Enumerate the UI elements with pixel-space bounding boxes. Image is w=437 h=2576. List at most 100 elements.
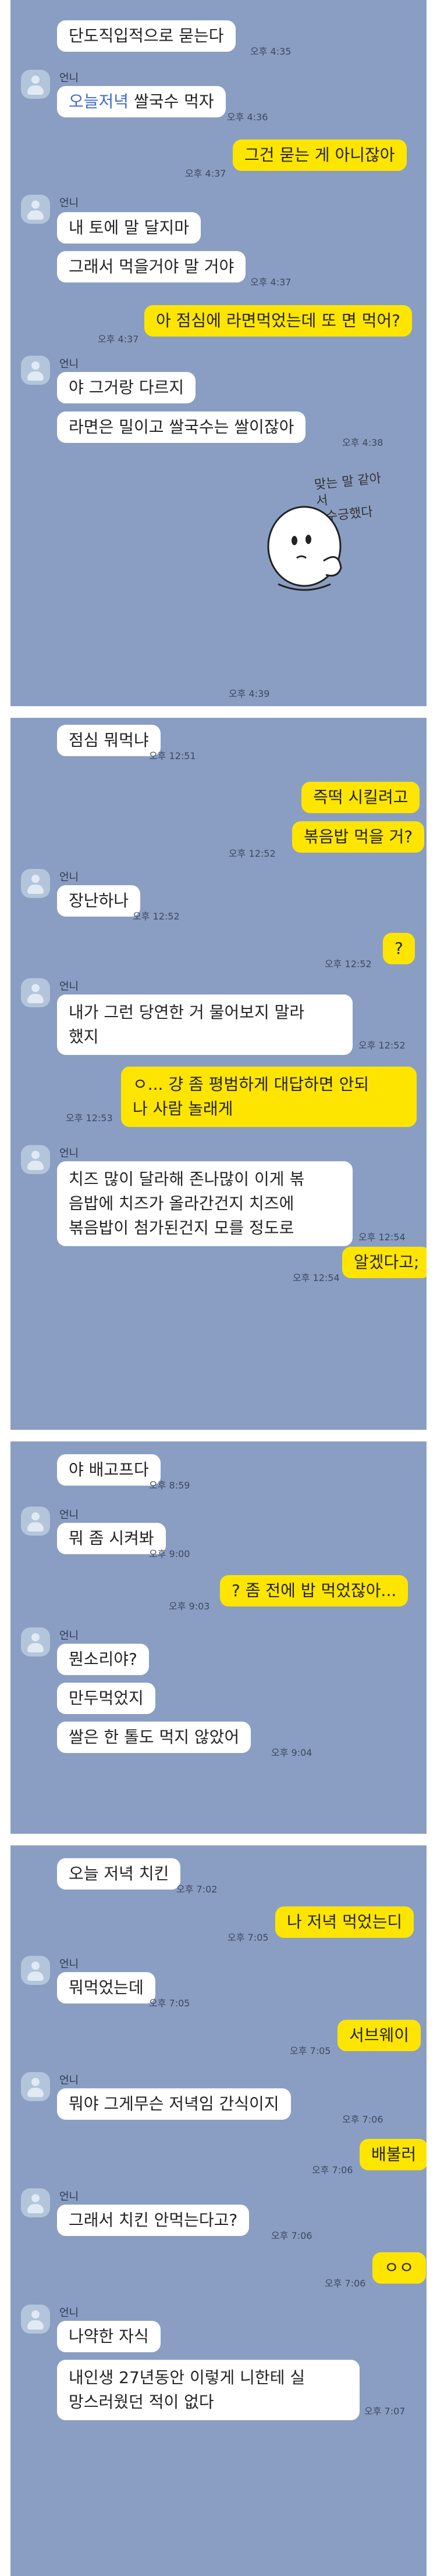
message-line: 치즈 많이 달라해 존나많이 이게 볶 [69,1169,305,1189]
message-line: 했지 [69,1027,99,1046]
message-bubble[interactable]: 오늘저녁 쌀국수 먹자 [57,86,226,117]
timestamp: 오후 4:37 [185,168,226,179]
message-bubble[interactable]: 내인생 27년동안 이렇게 니한테 실 망스러웠던 적이 없다 [57,2360,360,2420]
highlighted-text: 오늘저녁 [69,92,129,111]
message-bubble[interactable]: 단도직입적으로 묻는다 [57,20,236,52]
message-line: 내가 그런 당연한 거 물어보지 말라 [69,1003,305,1022]
sender-name: 언니 [59,2074,79,2087]
message-bubble[interactable]: 뭐야 그게무슨 저녁임 간식이지 [57,2088,291,2120]
avatar[interactable] [21,356,50,385]
timestamp: 오후 8:59 [149,1480,190,1491]
message-bubble[interactable]: 그래서 먹을거야 말 거야 [57,251,246,282]
timestamp: 오후 4:38 [342,437,383,448]
message-line: 망스러웠던 적이 없다 [69,2392,214,2412]
message-bubble[interactable]: 야 배고프다 [57,1454,161,1486]
avatar[interactable] [21,1507,50,1536]
sender-name: 언니 [59,72,79,84]
timestamp: 오후 12:51 [149,750,196,761]
sender-name: 언니 [59,1147,79,1160]
message-bubble[interactable]: 만두먹었지 [57,1683,155,1714]
avatar[interactable] [21,978,50,1007]
sender-name: 언니 [59,197,79,209]
timestamp: 오후 7:07 [364,2406,406,2417]
sender-name: 언니 [59,1630,79,1642]
timestamp: 오후 12:53 [66,1112,113,1124]
message-bubble[interactable]: 치즈 많이 달라해 존나많이 이게 볶 음밥에 치즈가 올라간건지 치즈에 볶음… [57,1161,353,1246]
message-bubble[interactable]: 서브웨이 [337,2020,421,2051]
avatar[interactable] [21,1145,50,1174]
message-bubble[interactable]: 쌀은 한 톨도 먹지 않았어 [57,1722,251,1753]
chat-panel-2: 점심 뭐먹냐 오후 12:51 즉떡 시킬려고 볶음밥 먹을 거? 오후 12:… [10,718,427,1430]
timestamp: 오후 4:37 [98,334,139,345]
message-bubble[interactable]: ㅇ... 걍 좀 평범하게 대답하면 안되 나 사람 놀래게 [121,1067,417,1127]
message-bubble[interactable]: ? [383,933,415,964]
timestamp: 오후 9:03 [169,1601,210,1612]
timestamp: 오후 7:06 [342,2114,383,2125]
thinking-character-icon [267,506,342,591]
message-bubble[interactable]: 라면은 밀이고 쌀국수는 쌀이잖아 [57,412,306,443]
avatar[interactable] [21,1956,50,1985]
message-bubble[interactable]: 알겠다고; [342,1247,427,1278]
message-line: 나 사람 놀래게 [133,1099,233,1118]
avatar[interactable] [21,2072,50,2101]
timestamp: 오후 7:06 [312,2164,353,2176]
message-bubble[interactable]: 장난하나 [57,885,141,917]
message-bubble[interactable]: 그건 묻는 게 아니잖아 [233,139,407,171]
message-bubble[interactable]: ? 좀 전에 밥 먹었잖아... [220,1575,408,1607]
message-bubble[interactable]: 아 점심에 라면먹었는데 또 면 먹어? [144,305,413,337]
message-bubble[interactable]: 오늘 저녁 치킨 [57,1858,181,1890]
message-bubble[interactable]: 뭔소리야? [57,1644,149,1675]
avatar[interactable] [21,869,50,898]
timestamp: 오후 12:54 [293,1272,340,1283]
timestamp: 오후 7:05 [290,2045,331,2056]
avatar[interactable] [21,1627,50,1656]
timestamp: 오후 4:35 [250,46,292,57]
timestamp: 오후 4:39 [229,688,270,699]
timestamp: 오후 12:52 [229,848,276,859]
avatar[interactable] [21,2188,50,2217]
timestamp: 오후 7:02 [176,1884,218,1895]
message-line: 볶음밥이 첨가된건지 모를 정도로 [69,1218,294,1237]
timestamp: 오후 12:52 [358,1040,406,1051]
message-line: 내인생 27년동안 이렇게 니한테 실 [69,2368,305,2387]
timestamp: 오후 7:06 [271,2230,312,2241]
message-bubble[interactable]: 점심 뭐먹냐 [57,725,161,756]
avatar[interactable] [21,70,50,99]
timestamp: 오후 9:04 [271,1747,312,1758]
timestamp: 오후 12:54 [358,1232,406,1243]
sticker[interactable]: 맞는 말 같아서 수긍했다 [261,465,389,599]
message-bubble[interactable]: 배불러 [360,2139,427,2170]
sender-name: 언니 [59,871,79,883]
message-bubble[interactable]: 내 토에 말 달지마 [57,212,201,244]
avatar[interactable] [21,195,50,224]
timestamp: 오후 9:00 [149,1548,190,1559]
timestamp: 오후 4:36 [227,112,268,123]
sender-name: 언니 [59,2191,79,2203]
message-bubble[interactable]: 즉떡 시킬려고 [301,782,420,813]
sender-name: 언니 [59,2307,79,2319]
avatar[interactable] [21,2305,50,2334]
timestamp: 오후 12:52 [133,911,180,922]
sender-name: 언니 [59,358,79,370]
sender-name: 언니 [59,1509,79,1521]
sender-name: 언니 [59,981,79,993]
message-bubble[interactable]: 나 저녁 먹었는디 [275,1906,414,1938]
timestamp: 오후 7:05 [149,1998,190,2009]
message-bubble[interactable]: 야 그거랑 다르지 [57,372,196,403]
message-line: 음밥에 치즈가 올라간건지 치즈에 [69,1194,294,1213]
message-bubble[interactable]: 내가 그런 당연한 거 물어보지 말라 했지 [57,994,353,1055]
timestamp: 오후 12:52 [325,958,372,969]
message-line: ㅇ... 걍 좀 평범하게 대답하면 안되 [133,1075,370,1094]
message-bubble[interactable]: 뭐먹었는데 [57,1972,155,2003]
chat-panel-4: 오늘 저녁 치킨 오후 7:02 나 저녁 먹었는디 오후 7:05 언니 뭐먹… [10,1845,427,2576]
message-bubble[interactable]: ㅇㅇ [372,2252,426,2284]
timestamp: 오후 7:06 [325,2278,366,2289]
sender-name: 언니 [59,1958,79,1970]
chat-panel-1: 단도직입적으로 묻는다 오후 4:35 언니 오늘저녁 쌀국수 먹자 오후 4:… [10,0,427,706]
timestamp: 오후 7:05 [228,1932,269,1943]
message-bubble[interactable]: 볶음밥 먹을 거? [292,821,425,853]
message-bubble[interactable]: 나약한 자식 [57,2321,161,2352]
chat-panel-3: 야 배고프다 오후 8:59 언니 뭐 좀 시켜봐 오후 9:00 ? 좀 전에… [10,1441,427,1834]
timestamp: 오후 4:37 [250,277,292,288]
message-bubble[interactable]: 그래서 치킨 안먹는다고? [57,2205,250,2236]
